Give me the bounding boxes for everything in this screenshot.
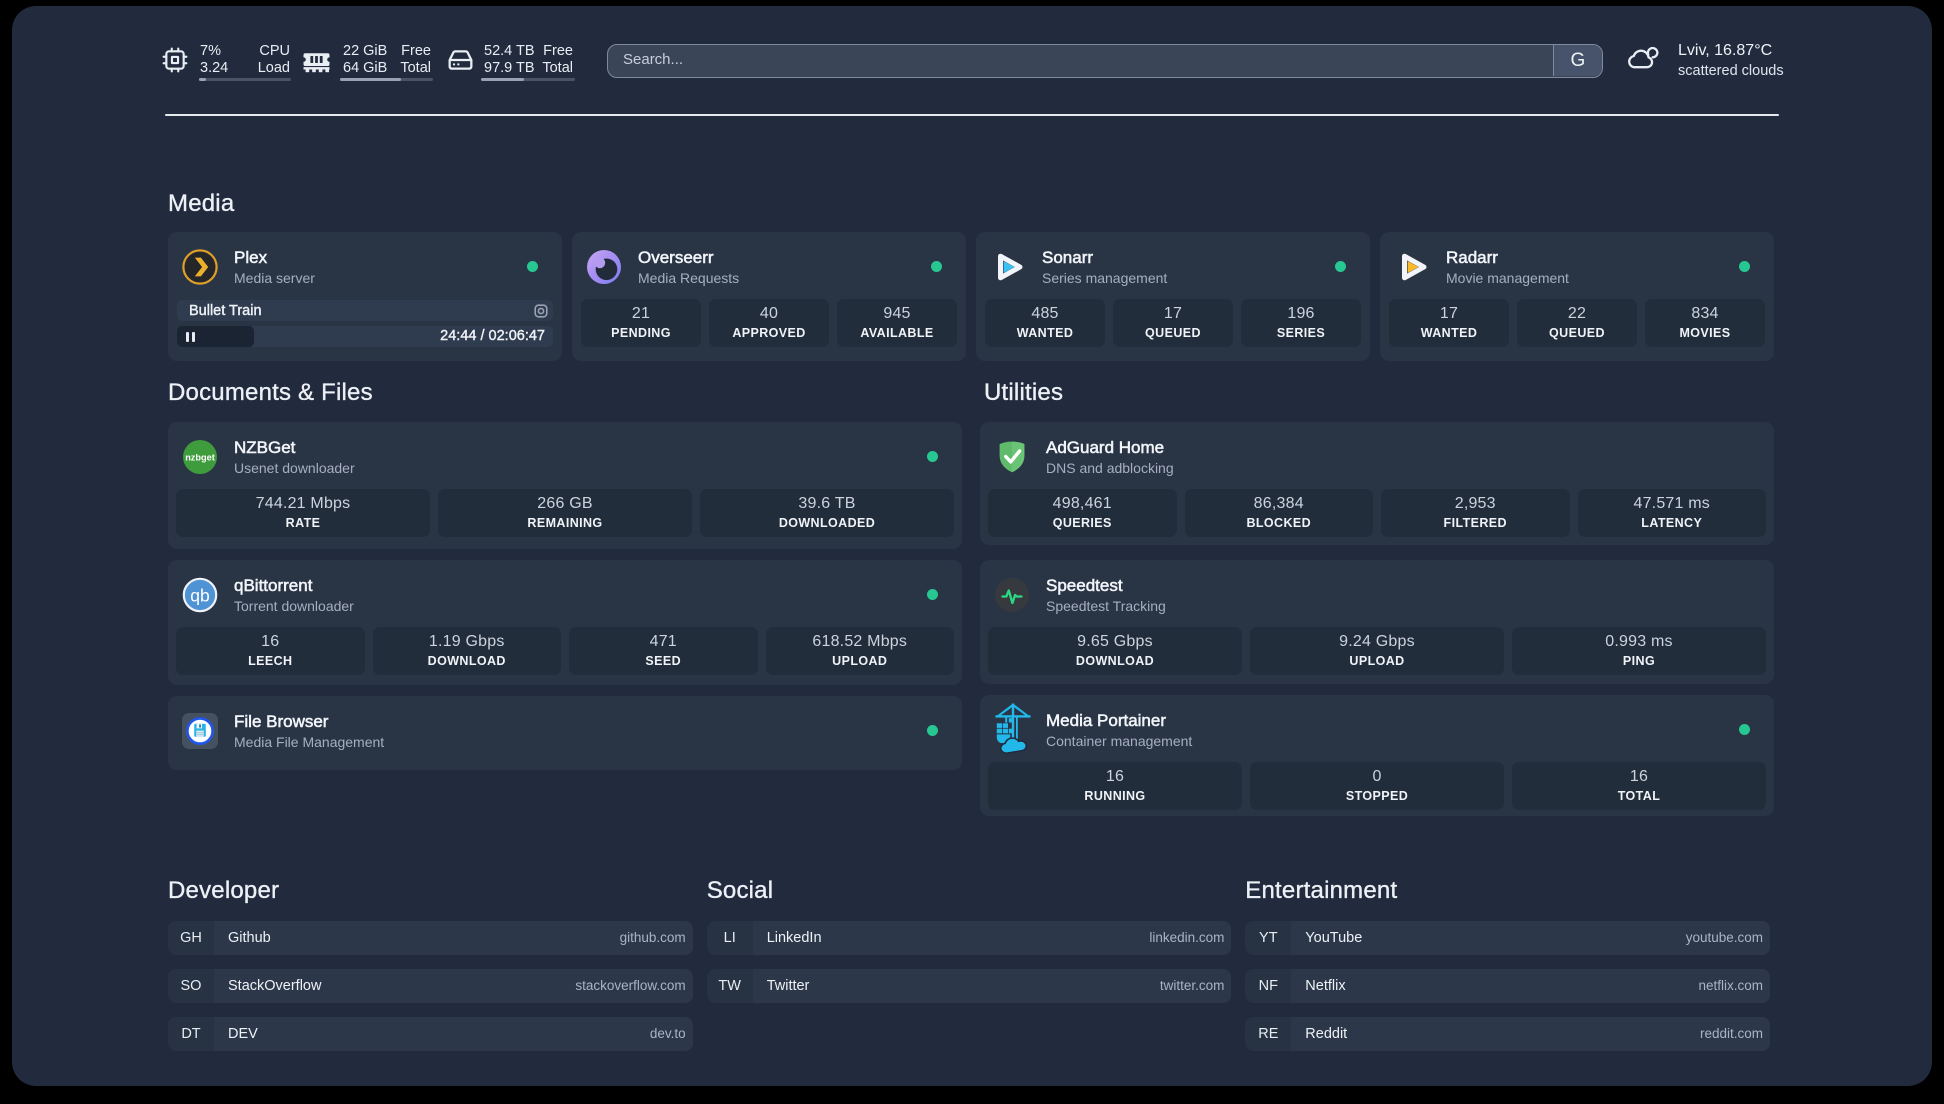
svg-text:nzbget: nzbget	[185, 453, 215, 463]
svg-text:qb: qb	[190, 586, 209, 606]
